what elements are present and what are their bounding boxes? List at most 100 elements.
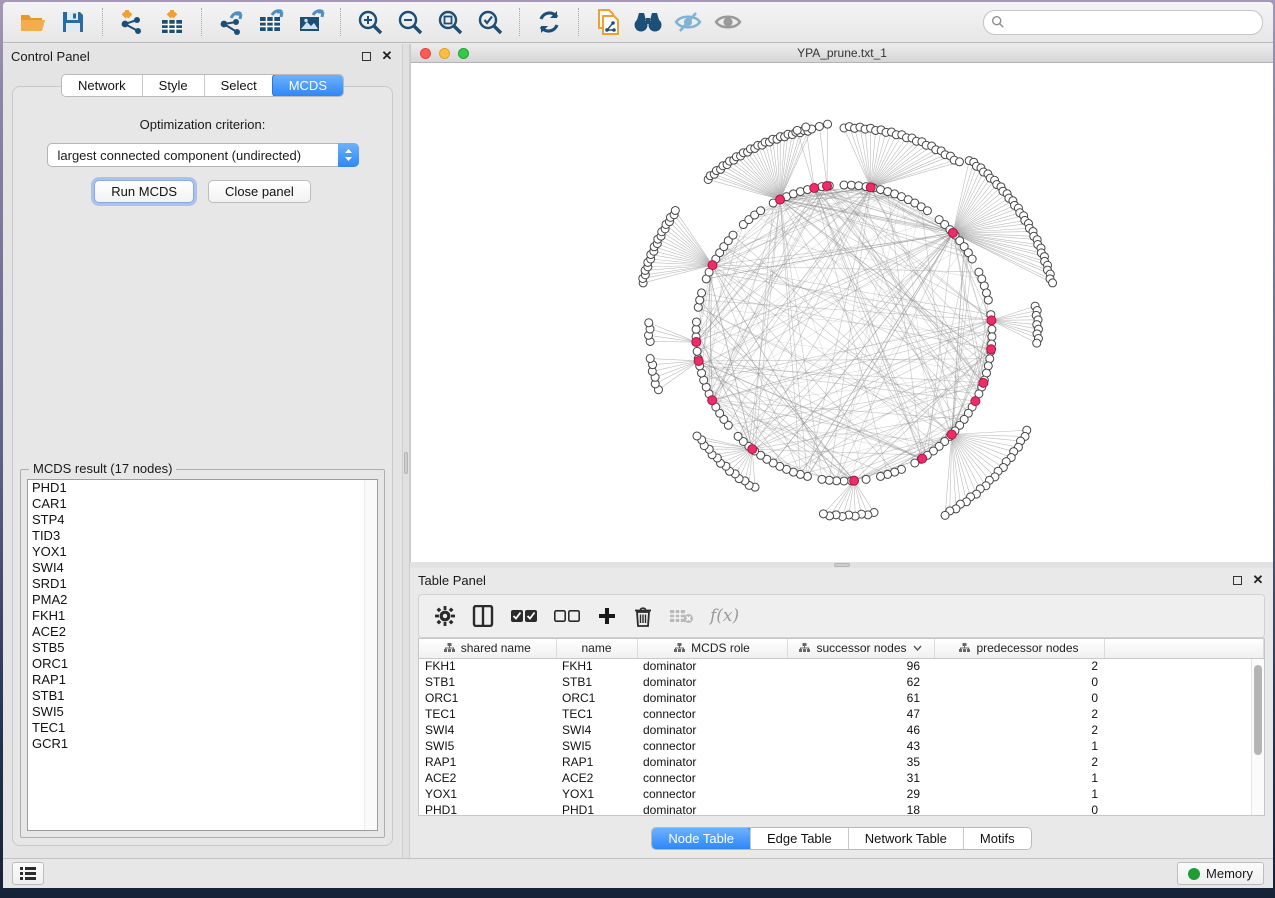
zoom-fit-icon[interactable]: [433, 6, 467, 38]
close-panel-icon[interactable]: ✕: [1251, 573, 1265, 587]
zoom-selected-icon[interactable]: [473, 6, 507, 38]
mcds-result-item[interactable]: GCR1: [28, 736, 377, 752]
float-panel-icon[interactable]: [359, 49, 373, 63]
column-header-successor-nodes[interactable]: successor nodes: [787, 639, 934, 658]
table-row[interactable]: TEC1TEC1connector472: [419, 706, 1264, 722]
add-column-icon[interactable]: [597, 601, 617, 631]
splitter-grip[interactable]: [404, 452, 408, 474]
table-cell: dominator: [637, 754, 787, 770]
zoom-in-icon[interactable]: [353, 6, 387, 38]
table-cell: 35: [787, 754, 934, 770]
table-cell: YOX1: [419, 786, 556, 802]
mcds-result-item[interactable]: YOX1: [28, 544, 377, 560]
memory-button[interactable]: Memory: [1177, 862, 1264, 885]
table-cell: ACE2: [419, 770, 556, 786]
export-network-icon[interactable]: [214, 6, 248, 38]
table-scrollbar[interactable]: [1251, 659, 1264, 815]
mcds-result-item[interactable]: ACE2: [28, 624, 377, 640]
close-panel-icon[interactable]: ✕: [380, 49, 394, 63]
table-row[interactable]: FKH1FKH1dominator962: [419, 658, 1264, 674]
table-cell: [1104, 706, 1264, 722]
column-header-name[interactable]: name: [556, 639, 637, 658]
mcds-result-item[interactable]: SWI4: [28, 560, 377, 576]
mcds-result-item[interactable]: TEC1: [28, 720, 377, 736]
deselect-all-checkboxes-icon[interactable]: [554, 601, 580, 631]
settings-gear-icon[interactable]: [435, 601, 455, 631]
mcds-result-item[interactable]: PHD1: [28, 480, 377, 496]
hide-selected-eye-icon[interactable]: [671, 6, 705, 38]
table-scrollbar-thumb[interactable]: [1254, 665, 1262, 755]
mcds-result-item[interactable]: STB1: [28, 688, 377, 704]
tab-style[interactable]: Style: [142, 75, 204, 96]
tab-motifs[interactable]: Motifs: [963, 828, 1031, 849]
table-row[interactable]: RAP1RAP1dominator352: [419, 754, 1264, 770]
table-cell: connector: [637, 786, 787, 802]
close-panel-button[interactable]: Close panel: [208, 180, 311, 203]
mcds-result-item[interactable]: STP4: [28, 512, 377, 528]
mcds-result-item[interactable]: PMA2: [28, 592, 377, 608]
tab-network-table[interactable]: Network Table: [848, 828, 963, 849]
table-row[interactable]: ACE2ACE2connector311: [419, 770, 1264, 786]
maximize-window-icon[interactable]: [458, 48, 469, 59]
mcds-result-item[interactable]: STB5: [28, 640, 377, 656]
table-row[interactable]: SWI4SWI4dominator462: [419, 722, 1264, 738]
table-cell: 18: [787, 802, 934, 816]
table-cell: [1104, 786, 1264, 802]
refresh-layout-icon[interactable]: [532, 6, 566, 38]
table-row[interactable]: YOX1YOX1connector291: [419, 786, 1264, 802]
zoom-out-icon[interactable]: [393, 6, 427, 38]
column-header-shared-name[interactable]: shared name: [419, 639, 556, 658]
tab-select[interactable]: Select: [204, 75, 273, 96]
column-header-mcds-role[interactable]: MCDS role: [637, 639, 787, 658]
save-session-icon[interactable]: [56, 6, 90, 38]
table-row[interactable]: ORC1ORC1dominator610: [419, 690, 1264, 706]
column-selector-icon[interactable]: [472, 601, 494, 631]
table-cell: 0: [934, 690, 1104, 706]
table-row[interactable]: STB1STB1dominator620: [419, 674, 1264, 690]
optimization-criterion-select[interactable]: largest connected component (undirected): [47, 143, 359, 167]
mcds-result-item[interactable]: TID3: [28, 528, 377, 544]
float-panel-icon[interactable]: [1230, 573, 1244, 587]
select-all-checkboxes-icon[interactable]: [511, 601, 537, 631]
table-cell: 2: [934, 722, 1104, 738]
mcds-result-item[interactable]: RAP1: [28, 672, 377, 688]
table-cell: dominator: [637, 690, 787, 706]
search-input[interactable]: [983, 10, 1263, 35]
tab-edge-table[interactable]: Edge Table: [750, 828, 848, 849]
table-cell: PHD1: [556, 802, 637, 816]
tab-mcds[interactable]: MCDS: [272, 74, 344, 97]
splitter-grip[interactable]: [834, 563, 850, 567]
mcds-result-item[interactable]: SWI5: [28, 704, 377, 720]
open-session-icon[interactable]: [16, 6, 50, 38]
table-cell: 61: [787, 690, 934, 706]
share-document-icon[interactable]: [591, 6, 625, 38]
mcds-result-item[interactable]: FKH1: [28, 608, 377, 624]
import-network-icon[interactable]: [115, 6, 149, 38]
table-row[interactable]: PHD1PHD1dominator180: [419, 802, 1264, 816]
import-table-icon[interactable]: [155, 6, 189, 38]
export-table-icon[interactable]: [254, 6, 288, 38]
show-panels-list-icon[interactable]: [12, 862, 44, 885]
show-all-eye-icon[interactable]: [711, 6, 745, 38]
mcds-result-item[interactable]: CAR1: [28, 496, 377, 512]
close-window-icon[interactable]: [420, 48, 431, 59]
export-image-icon[interactable]: [294, 6, 328, 38]
table-cell: SWI4: [556, 722, 637, 738]
table-panel: Table Panel ✕: [410, 568, 1273, 858]
mcds-result-item[interactable]: SRD1: [28, 576, 377, 592]
table-row[interactable]: SWI5SWI5connector431: [419, 738, 1264, 754]
list-scrollbar[interactable]: [364, 480, 377, 830]
mcds-result-list[interactable]: PHD1CAR1STP4TID3YOX1SWI4SRD1PMA2FKH1ACE2…: [27, 479, 378, 831]
mcds-result-item[interactable]: ORC1: [28, 656, 377, 672]
table-cell: 1: [934, 770, 1104, 786]
minimize-window-icon[interactable]: [439, 48, 450, 59]
tab-node-table[interactable]: Node Table: [651, 827, 751, 850]
search-binoculars-icon[interactable]: [631, 6, 665, 38]
tab-network[interactable]: Network: [62, 75, 142, 96]
column-header-predecessor-nodes[interactable]: predecessor nodes: [934, 639, 1104, 658]
vertical-splitter[interactable]: [402, 44, 410, 858]
network-canvas[interactable]: [411, 63, 1273, 562]
control-panel: Control Panel ✕ Network Style Select MCD…: [3, 44, 402, 858]
run-mcds-button[interactable]: Run MCDS: [94, 180, 194, 203]
delete-column-trash-icon[interactable]: [634, 601, 652, 631]
